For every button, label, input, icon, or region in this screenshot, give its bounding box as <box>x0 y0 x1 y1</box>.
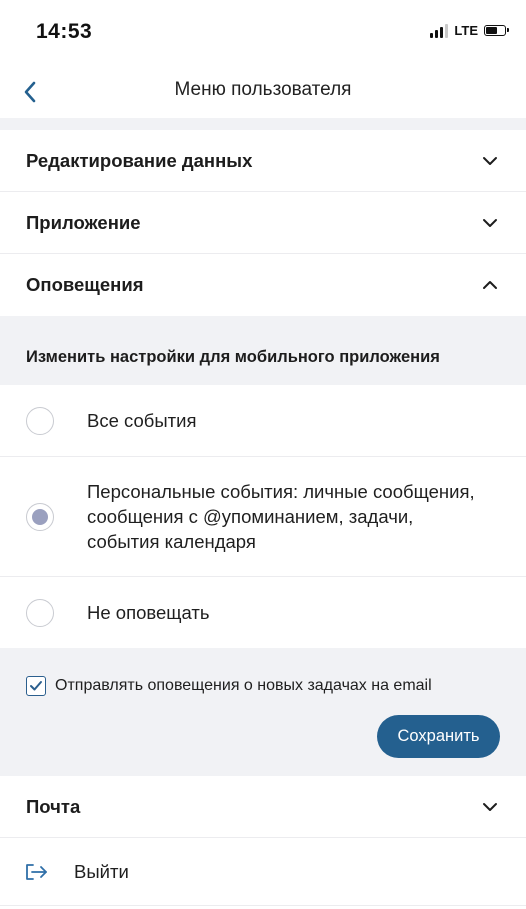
radio-button[interactable] <box>26 502 54 531</box>
section-label: Редактирование данных <box>26 149 253 171</box>
radio-option-no-notifications[interactable]: Не оповещать <box>0 577 526 648</box>
battery-icon <box>484 25 509 36</box>
page-title: Меню пользователя <box>174 79 352 100</box>
radio-button[interactable] <box>26 406 54 435</box>
section-mail[interactable]: Почта <box>0 776 526 838</box>
section-label: Почта <box>26 795 81 817</box>
status-time: 14:53 <box>36 20 93 43</box>
logout-icon <box>26 863 47 880</box>
email-notifications-checkbox[interactable] <box>26 676 46 696</box>
chevron-up-icon <box>480 275 500 295</box>
email-notifications-checkbox-row[interactable]: Отправлять оповещения о новых задачах на… <box>26 676 432 696</box>
radio-option-personal-events[interactable]: Персональные события: личные сообщения, … <box>0 457 526 577</box>
chevron-down-icon <box>480 213 500 233</box>
radio-option-all-events[interactable]: Все события <box>0 385 526 457</box>
signal-icon <box>430 23 449 38</box>
save-button[interactable]: Сохранить <box>377 715 500 758</box>
radio-label: Персональные события: личные сообщения, … <box>87 481 475 552</box>
section-edit-data[interactable]: Редактирование данных <box>0 130 526 192</box>
logout-button[interactable]: Выйти <box>0 838 526 906</box>
status-bar: 14:53 LTE <box>0 0 526 64</box>
checkmark-icon <box>30 681 42 691</box>
chevron-down-icon <box>480 151 500 171</box>
navigation-bar: Меню пользователя <box>0 64 526 118</box>
section-notifications[interactable]: Оповещения <box>0 254 526 316</box>
notifications-subheader: Изменить настройки для мобильного прилож… <box>26 348 440 366</box>
radio-label: Все события <box>87 410 197 431</box>
radio-label: Не оповещать <box>87 602 210 623</box>
network-type: LTE <box>454 23 478 38</box>
email-notifications-label: Отправлять оповещения о новых задачах на… <box>55 677 432 694</box>
logout-label: Выйти <box>74 860 129 882</box>
status-indicators: LTE <box>430 23 509 38</box>
section-label: Приложение <box>26 211 141 233</box>
section-app[interactable]: Приложение <box>0 192 526 254</box>
radio-selected-dot <box>32 508 48 525</box>
header-divider <box>0 118 526 130</box>
radio-button[interactable] <box>26 598 54 627</box>
section-label: Оповещения <box>26 274 144 295</box>
chevron-down-icon <box>480 797 500 817</box>
